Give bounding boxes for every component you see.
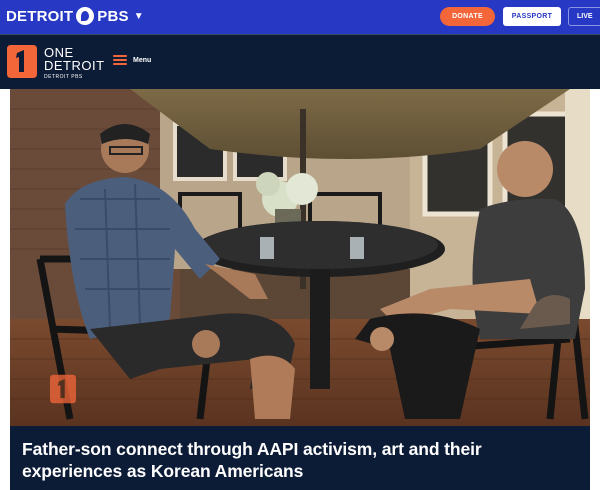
- site-header: ONE DETROIT DETROIT PBS Menu: [0, 34, 600, 89]
- pbs-head-icon: [76, 7, 95, 25]
- chevron-down-icon[interactable]: ▼: [134, 11, 144, 22]
- menu-label: Menu: [133, 56, 152, 64]
- network-name: PBS: [97, 7, 129, 25]
- article-title-banner: Father-son connect through AAPI activism…: [10, 426, 590, 490]
- pbs-top-bar: DETROIT PBS ▼ DONATE PASSPORT LIVE: [0, 0, 600, 34]
- donate-button[interactable]: DONATE: [440, 7, 495, 26]
- logo-subtitle: DETROIT PBS: [44, 74, 83, 80]
- passport-button[interactable]: PASSPORT: [503, 7, 561, 26]
- page-margin-right: [590, 89, 600, 490]
- logo-line-two: DETROIT: [44, 58, 105, 73]
- hamburger-icon: [113, 55, 127, 65]
- menu-button[interactable]: Menu: [113, 55, 151, 65]
- page-margin-left: [0, 89, 10, 490]
- article-title[interactable]: Father-son connect through AAPI activism…: [22, 438, 578, 482]
- site-logo-text[interactable]: ONE DETROIT DETROIT PBS: [44, 46, 105, 80]
- hero-photo[interactable]: [10, 89, 590, 426]
- detroit-pbs-logo[interactable]: DETROIT PBS ▼: [6, 7, 144, 25]
- live-button[interactable]: LIVE: [568, 7, 600, 26]
- hero-scene: [10, 89, 590, 426]
- station-name: DETROIT: [6, 7, 74, 25]
- one-detroit-logo-icon[interactable]: [5, 43, 39, 80]
- one-detroit-logo-icon: [50, 374, 76, 404]
